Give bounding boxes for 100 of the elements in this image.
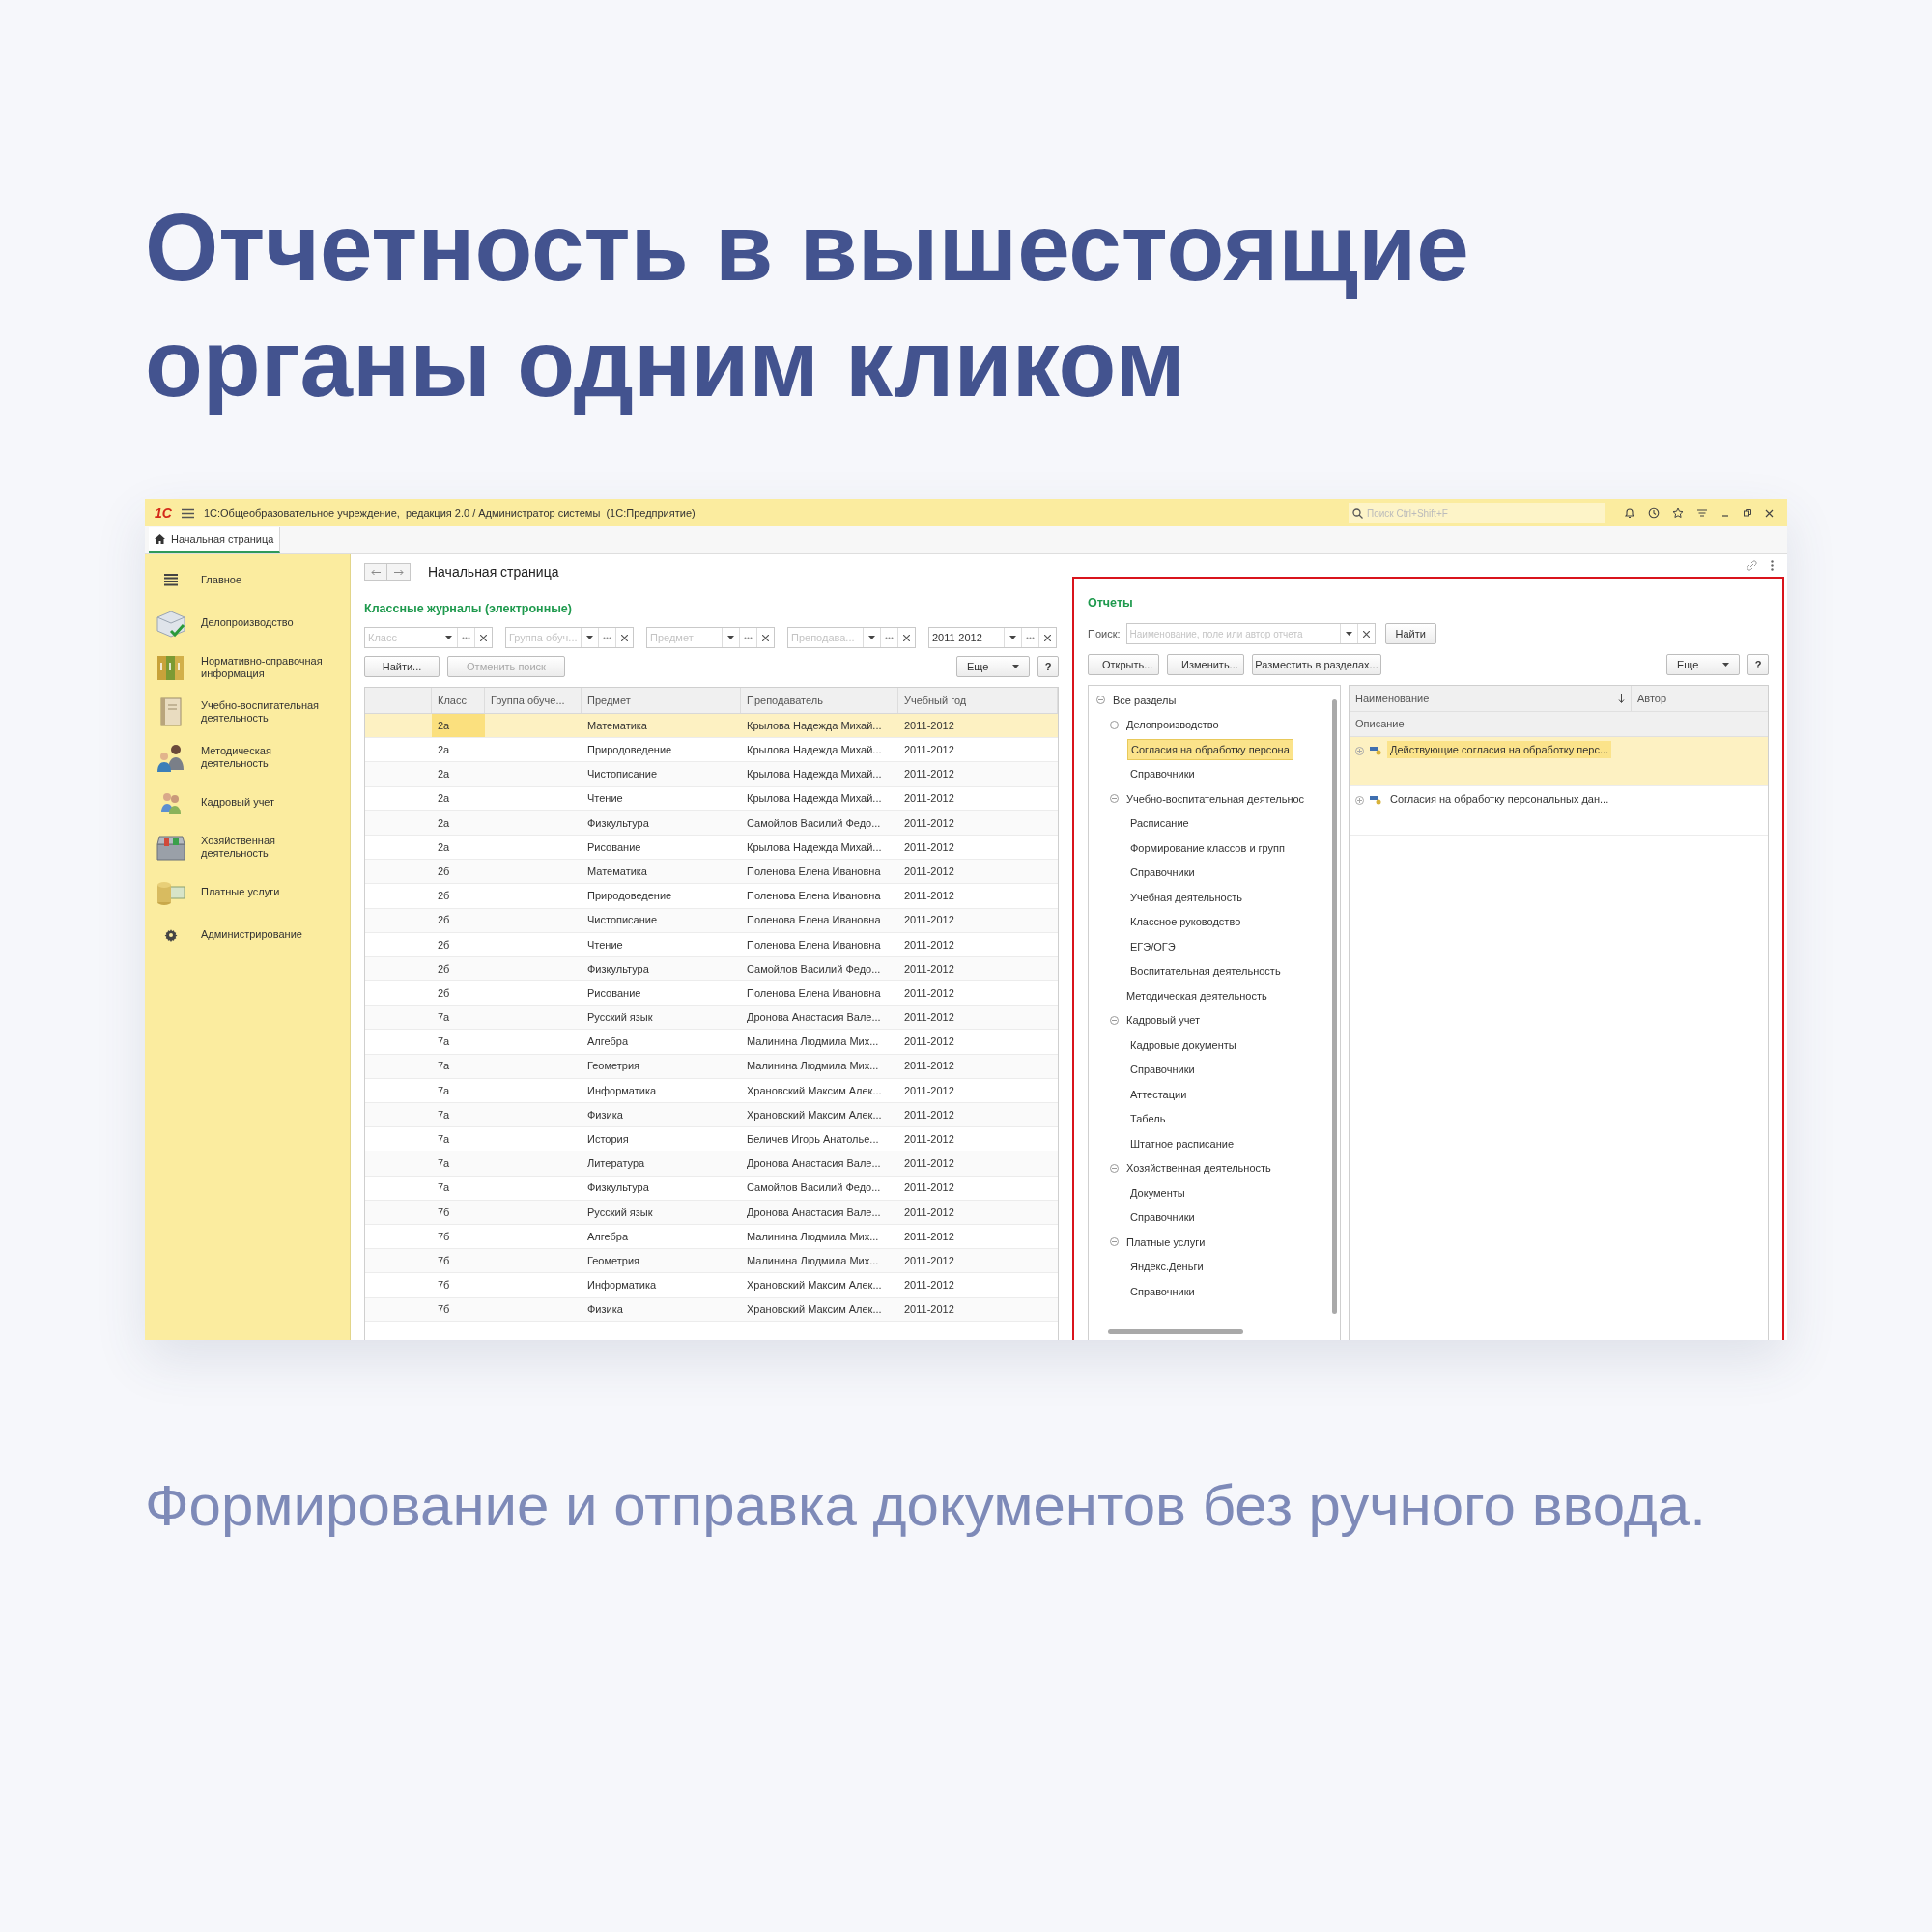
tree-item[interactable]: Платные услуги <box>1123 1232 1208 1252</box>
more-icon[interactable] <box>1771 559 1774 571</box>
collapse-icon[interactable] <box>1110 1237 1119 1247</box>
column-header[interactable]: Учебный год <box>898 688 1058 713</box>
expand-icon[interactable] <box>1355 796 1364 805</box>
column-header[interactable]: Предмет <box>582 688 741 713</box>
tree-item[interactable]: ЕГЭ/ОГЭ <box>1127 936 1179 956</box>
tree-item[interactable]: Справочники <box>1127 764 1198 784</box>
tree-item[interactable]: Справочники <box>1127 1208 1198 1228</box>
column-header[interactable]: Преподаватель <box>741 688 898 713</box>
table-row[interactable]: 7а Литература Дронова Анастасия Вале... 2011-2012 <box>365 1151 1058 1177</box>
collapse-icon[interactable] <box>1110 720 1119 729</box>
table-cell-text: Храновский Максим Алек... <box>746 1278 883 1293</box>
column-header[interactable]: Описание <box>1350 712 1768 737</box>
table-row[interactable]: 7б Геометрия Малинина Людмила Мих... 2011-2012 <box>365 1249 1058 1274</box>
sidebar-item[interactable]: Администрирование <box>155 914 350 955</box>
more-button[interactable]: Еще <box>956 656 1030 677</box>
tree-item[interactable]: Табель <box>1127 1109 1169 1129</box>
tree-item[interactable]: Яндекс.Деньги <box>1127 1257 1207 1277</box>
table-row[interactable]: 7а Геометрия Малинина Людмила Мих... 2011-2012 <box>365 1054 1058 1079</box>
sidebar-item[interactable]: Главное <box>155 559 350 600</box>
tree-item[interactable]: Справочники <box>1127 1281 1198 1301</box>
tree-item[interactable]: Расписание <box>1127 813 1192 834</box>
column-header[interactable]: Группа обуче... <box>485 688 582 713</box>
tree-item[interactable]: Учебно-воспитательная деятельнос <box>1123 788 1308 809</box>
tree-item[interactable]: Формирование классов и групп <box>1127 838 1288 858</box>
forward-button[interactable] <box>387 563 411 581</box>
tree-item[interactable]: Классное руководство <box>1127 912 1244 932</box>
sidebar-item[interactable]: Платные услуги <box>155 869 350 915</box>
column-header[interactable]: Автор <box>1632 686 1768 711</box>
sidebar-item[interactable]: Нормативно-справочная информация <box>155 644 350 690</box>
restore-icon[interactable] <box>1743 508 1752 518</box>
table-row[interactable]: 2а Физкультура Самойлов Василий Федо... 2011-2012 <box>365 810 1058 836</box>
tree-item[interactable]: Учебная деятельность <box>1127 887 1245 907</box>
table-row[interactable]: 7а Русский язык Дронова Анастасия Вале... 2011-2012 <box>365 1006 1058 1031</box>
tree-item[interactable]: Методическая деятельность <box>1123 985 1270 1006</box>
filter-field[interactable]: Предмет <box>646 627 775 648</box>
link-icon[interactable] <box>1747 559 1757 571</box>
help-button[interactable]: ? <box>1747 654 1769 675</box>
action-button[interactable]: Открыть... <box>1088 654 1159 675</box>
sidebar-item[interactable]: Хозяйственная деятельность <box>155 824 350 869</box>
table-row[interactable]: 2б Физкультура Самойлов Василий Федо... 2011-2012 <box>365 956 1058 982</box>
find-button[interactable]: Найти <box>1384 623 1436 644</box>
tree-item[interactable]: Штатное расписание <box>1127 1133 1237 1153</box>
tree-item[interactable]: Делопроизводство <box>1123 715 1222 735</box>
sidebar-item[interactable]: Делопроизводство <box>155 600 350 645</box>
sidebar-item[interactable]: Методическая деятельность <box>155 734 350 780</box>
table-cell-text: 2011-2012 <box>903 1107 955 1122</box>
star-icon[interactable] <box>1672 507 1684 519</box>
tree-item[interactable]: Справочники <box>1127 1060 1198 1080</box>
collapse-icon[interactable] <box>1096 696 1105 705</box>
collapse-icon[interactable] <box>1110 1163 1119 1173</box>
close-icon[interactable] <box>1765 508 1774 518</box>
search-input[interactable]: Поиск Ctrl+Shift+F <box>1367 505 1601 521</box>
menu-icon[interactable] <box>181 507 194 519</box>
column-header[interactable]: Класс <box>432 688 485 713</box>
history-icon[interactable] <box>1648 507 1660 519</box>
bell-icon[interactable] <box>1624 507 1635 519</box>
tree-item[interactable]: Воспитательная деятельность <box>1127 961 1284 981</box>
report-row[interactable]: Действующие согласия на обработку перс... <box>1350 737 1768 786</box>
table-row[interactable]: 2б Чистописание Поленова Елена Ивановна 2011-2012 <box>365 908 1058 933</box>
tree-item[interactable]: Хозяйственная деятельность <box>1123 1158 1274 1179</box>
filter-field[interactable]: Класс <box>364 627 493 648</box>
collapse-icon[interactable] <box>1110 1015 1119 1025</box>
action-button[interactable]: Разместить в разделах... <box>1252 654 1381 675</box>
column-header[interactable]: Наименование <box>1350 686 1632 711</box>
table-row[interactable]: 2а Математика Крылова Надежда Михай... 2011-2012 <box>365 714 1058 739</box>
tree-item[interactable]: Кадровый учет <box>1123 1010 1204 1031</box>
tree-item[interactable]: Согласия на обработку персона <box>1127 738 1293 760</box>
list-icon[interactable] <box>1696 507 1708 519</box>
tab[interactable]: Начальная страница <box>149 527 281 553</box>
table-cell-text: 2011-2012 <box>903 743 955 758</box>
search-field[interactable]: Поиск Ctrl+Shift+F <box>1349 503 1605 523</box>
scrollbar[interactable] <box>1332 699 1337 1314</box>
left-arrow-icon <box>371 568 381 576</box>
tree-item[interactable]: Все разделы <box>1110 690 1179 710</box>
table-cell-text: 7б <box>437 1205 451 1220</box>
back-button[interactable] <box>364 563 387 581</box>
filter-field[interactable]: 2011-2012 <box>928 627 1057 648</box>
table-row[interactable]: 7б Физика Храновский Максим Алек... 2011-2012 <box>365 1297 1058 1322</box>
tree-item[interactable]: Справочники <box>1127 863 1198 883</box>
collapse-icon[interactable] <box>1110 794 1119 804</box>
scrollbar[interactable] <box>1108 1329 1243 1334</box>
table-cell-text: Алгебра <box>586 1035 630 1050</box>
table-row[interactable]: 7а Физика Храновский Максим Алек... 2011-2012 <box>365 1103 1058 1128</box>
tree-item[interactable]: Аттестации <box>1127 1084 1190 1104</box>
table-row[interactable]: 7б Русский язык Дронова Анастасия Вале... 2011-2012 <box>365 1200 1058 1225</box>
help-button[interactable]: ? <box>1037 656 1059 677</box>
button[interactable]: Найти... <box>364 656 440 677</box>
filter-field[interactable]: Преподава... <box>787 627 916 648</box>
sidebar-item[interactable]: Учебно-воспитательная деятельность <box>155 690 350 735</box>
more-button[interactable]: Еще <box>1666 654 1740 675</box>
tree-item[interactable]: Документы <box>1127 1182 1188 1203</box>
action-button[interactable]: Изменить... <box>1167 654 1244 675</box>
expand-icon[interactable] <box>1355 747 1364 755</box>
tree-item[interactable]: Кадровые документы <box>1127 1035 1239 1055</box>
table-cell-text: Малинина Людмила Мих... <box>746 1059 880 1074</box>
table-row[interactable]: 2б Математика Поленова Елена Ивановна 2011-2012 <box>365 860 1058 885</box>
table-row[interactable]: 2а Чистописание Крылова Надежда Михай... 2011-2012 <box>365 762 1058 787</box>
sidebar-item[interactable]: Кадровый учет <box>155 780 350 825</box>
